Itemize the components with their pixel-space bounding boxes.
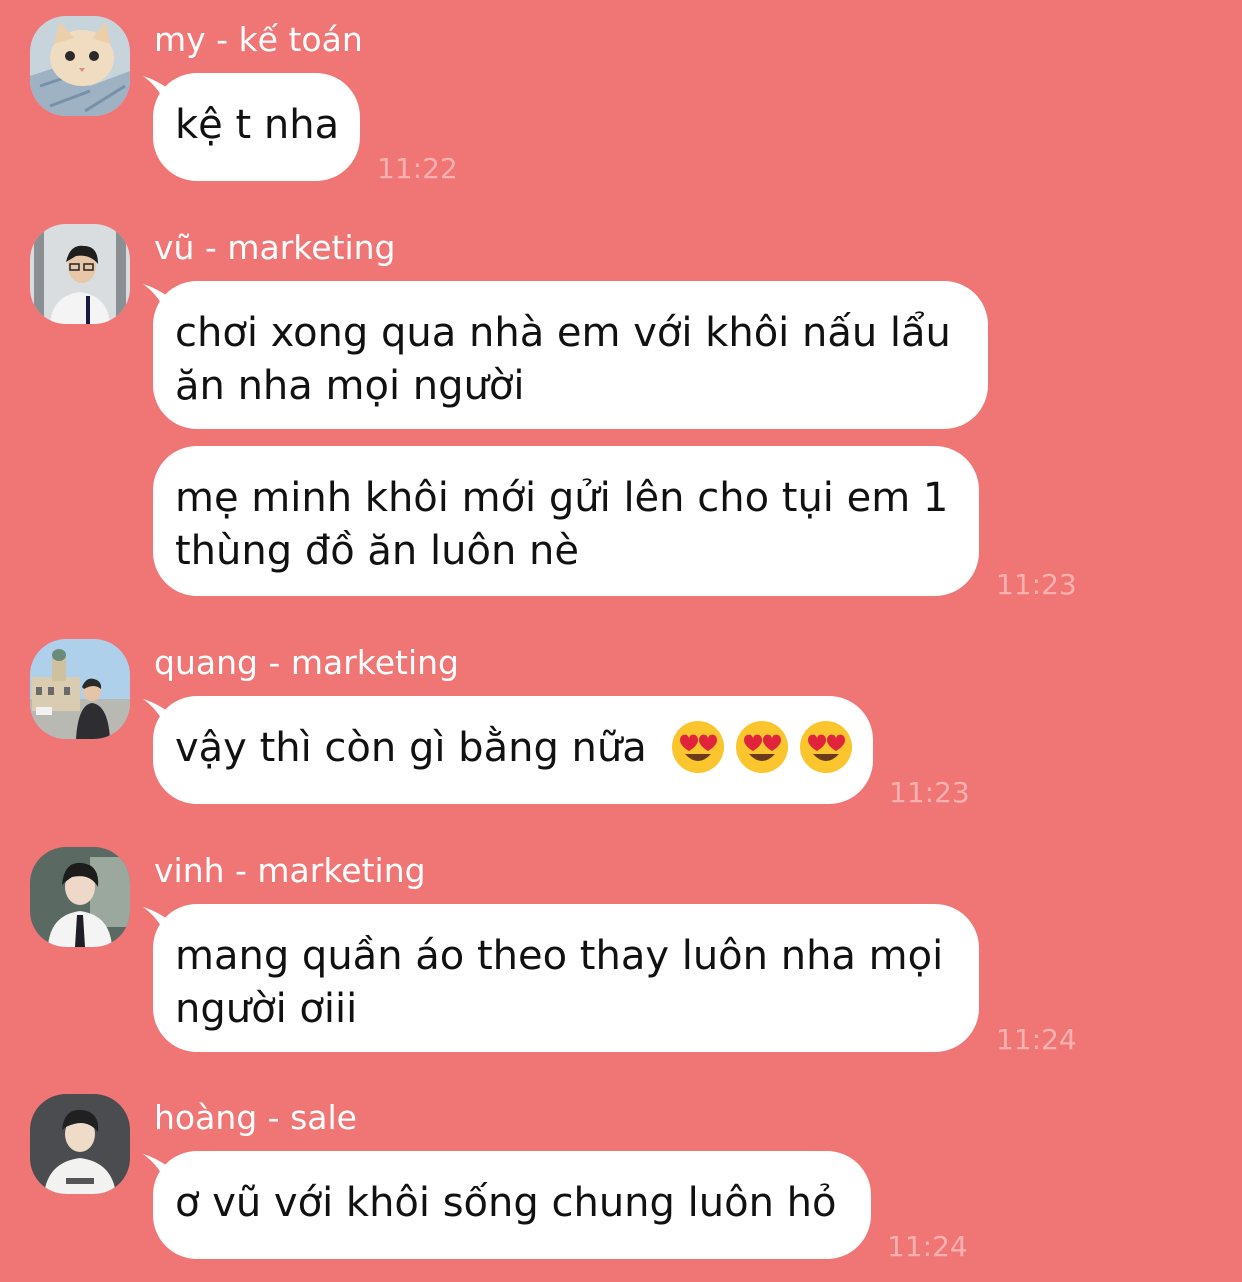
message-bubble[interactable]: kệ t nha	[153, 73, 360, 181]
message-text: vậy thì còn gì bằng nữa	[175, 725, 647, 771]
message-text-line: mẹ minh khôi mới gửi lên cho tụi em 1	[175, 475, 949, 521]
message-text-line: mang quần áo theo thay luôn nha mọi	[175, 933, 944, 979]
message-text-line: thùng đồ ăn luôn nè	[175, 528, 579, 574]
heart-eyes-emoji-icon	[672, 721, 725, 773]
message-timestamp: 11:24	[887, 1230, 968, 1263]
message-bubble[interactable]: mang quần áo theo thay luôn nha mọi ngườ…	[153, 904, 979, 1052]
sender-name: my - kế toán	[154, 20, 363, 59]
kitten-avatar-icon	[30, 16, 130, 116]
man-photo-avatar-icon	[30, 224, 130, 324]
heart-eyes-emoji-icon	[736, 721, 789, 773]
message-bubble[interactable]: chơi xong qua nhà em với khôi nấu lẩu ăn…	[153, 281, 988, 429]
man-tie-photo-avatar-icon	[30, 847, 130, 947]
avatar-hoang[interactable]	[30, 1094, 130, 1194]
message-timestamp: 11:24	[996, 1023, 1077, 1056]
sender-name: vinh - marketing	[154, 851, 426, 890]
message-text: ơ vũ với khôi sống chung luôn hỏ	[175, 1180, 837, 1226]
sender-name: vũ - marketing	[154, 228, 396, 267]
avatar-quang[interactable]	[30, 639, 130, 739]
sender-name: quang - marketing	[154, 643, 459, 682]
message-timestamp: 11:23	[889, 776, 970, 809]
avatar-vinh[interactable]	[30, 847, 130, 947]
heart-eyes-emoji-icon	[800, 721, 853, 773]
message-timestamp: 11:22	[377, 152, 458, 185]
message-text: kệ t nha	[175, 102, 340, 148]
message-text-line: chơi xong qua nhà em với khôi nấu lẩu	[175, 310, 951, 356]
message-bubble[interactable]: ơ vũ với khôi sống chung luôn hỏ	[153, 1151, 871, 1259]
city-photo-avatar-icon	[30, 639, 130, 739]
avatar-vu[interactable]	[30, 224, 130, 324]
message-bubble[interactable]: mẹ minh khôi mới gửi lên cho tụi em 1 th…	[153, 446, 979, 596]
sender-name: hoàng - sale	[154, 1098, 357, 1137]
man-tshirt-photo-avatar-icon	[30, 1094, 130, 1194]
avatar-my[interactable]	[30, 16, 130, 116]
message-text-line: ăn nha mọi người	[175, 363, 525, 409]
emoji-row	[671, 720, 853, 774]
message-bubble[interactable]: vậy thì còn gì bằng nữa	[153, 696, 873, 804]
message-timestamp: 11:23	[996, 568, 1077, 601]
message-text-line: người ơiii	[175, 986, 358, 1032]
